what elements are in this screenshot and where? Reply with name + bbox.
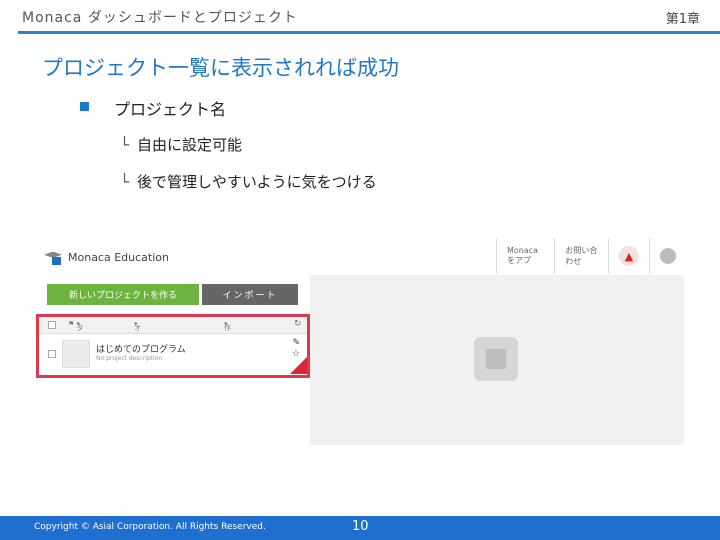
- import-button[interactable]: インポート: [202, 284, 298, 305]
- header-rule: [18, 31, 720, 34]
- project-preview-pane: [310, 275, 684, 445]
- slide-title: プロジェクト一覧に表示されれば成功: [42, 56, 399, 80]
- about-link[interactable]: Monacaをアプ: [496, 238, 554, 274]
- corner-marker: └: [120, 136, 130, 154]
- dashboard-screenshot: Monaca Education Monacaをアプ お問い合わせ ▲ 新しいプ…: [36, 238, 686, 448]
- sub-item-manage: └ 後で管理しやすいように気をつける: [120, 171, 377, 192]
- app-placeholder-icon: [474, 337, 518, 381]
- chapter-label: 第1章: [665, 12, 700, 27]
- account-item[interactable]: [649, 238, 686, 274]
- copyright: Copyright © Asial Corporation. All Right…: [34, 522, 266, 532]
- new-project-button[interactable]: 新しいプロジェクトを作る: [47, 284, 199, 305]
- sub-item-free-text: 自由に設定可能: [137, 136, 243, 154]
- bullet-project-name: プロジェクト名: [114, 100, 227, 119]
- sub-item-free: └ 自由に設定可能: [120, 134, 242, 155]
- bell-icon: ▲: [619, 246, 639, 266]
- bullet-square-icon: [80, 102, 89, 111]
- corner-marker: └: [120, 173, 130, 191]
- sub-item-manage-text: 後で管理しやすいように気をつける: [137, 173, 377, 191]
- notification-item[interactable]: ▲: [608, 238, 649, 274]
- top-nav: Monacaをアプ お問い合わせ ▲: [496, 238, 686, 274]
- header-title: Monaca ダッシュボードとプロジェクト: [22, 10, 298, 26]
- page-number: 10: [352, 519, 369, 534]
- avatar: [660, 248, 676, 264]
- monaca-logo: Monaca Education: [44, 251, 169, 265]
- contact-link[interactable]: お問い合わせ: [554, 238, 608, 274]
- footer-bar: Copyright © Asial Corporation. All Right…: [0, 516, 720, 540]
- brand-label: Monaca Education: [68, 251, 169, 264]
- highlight-frame: [36, 314, 310, 378]
- graduation-cap-icon: [44, 251, 62, 265]
